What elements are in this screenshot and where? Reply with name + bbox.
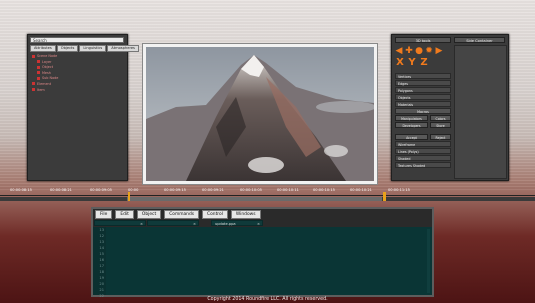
timeline-tick-label: 00:00:10:11: [277, 188, 299, 192]
scene-outliner-panel: Search Attributes Objects Linguistics At…: [27, 34, 139, 181]
tree-item-label: Element: [37, 81, 52, 86]
mode-shaded[interactable]: Shaded: [395, 155, 451, 161]
macros-section-title: Macros: [395, 108, 451, 114]
axis-x-button[interactable]: X: [395, 57, 405, 68]
mode-wireframe[interactable]: Wireframe: [395, 141, 451, 147]
tree-item[interactable]: Item: [32, 88, 58, 94]
gear-icon[interactable]: ✹: [425, 47, 433, 56]
timeline-tick-label: 00:00:10:21: [350, 188, 372, 192]
node-icon: [32, 88, 35, 92]
range-end-handle[interactable]: [383, 192, 386, 201]
tree-item-label: Scene Node: [37, 54, 58, 58]
menu-commands[interactable]: Commands: [164, 210, 200, 219]
editor-scrollbar[interactable]: [427, 229, 430, 293]
tab-attributes[interactable]: Attributes: [30, 45, 56, 52]
timeline-tick-label: 00:00:08:21: [50, 188, 72, 192]
editor-tab-3[interactable]: update.ppa ×: [211, 220, 263, 226]
axis-y-button[interactable]: Y: [407, 57, 417, 68]
tools-panel: 3D tools Side Container ◀ ✚ ● ✹ ▶ X Y Z …: [391, 34, 509, 181]
script-editor: File Edit Object Commands Control Window…: [91, 207, 434, 298]
menu-file[interactable]: File: [95, 210, 113, 219]
menu-edit[interactable]: Edit: [115, 210, 134, 219]
tree-item-label: Layer: [42, 59, 52, 64]
list-item-edges[interactable]: Edges: [395, 80, 451, 86]
timeline-tick-label: 00:00:09:21: [202, 188, 224, 192]
tab-objects[interactable]: Objects: [56, 45, 79, 52]
tree-item-label: Object: [42, 65, 54, 70]
developers-button[interactable]: Developers: [395, 122, 428, 128]
node-icon: [37, 76, 40, 80]
side-container-header: Side Container: [454, 37, 505, 43]
outliner-tabs: Attributes Objects Linguistics Atmospher…: [30, 45, 139, 52]
timeline-tick-label: 00:00:11:15: [388, 188, 410, 192]
axis-z-button[interactable]: Z: [419, 57, 429, 68]
code-area[interactable]: 13 12 13 14 15 16 17 18 19 20 21 22: [93, 227, 432, 298]
editor-menubar: File Edit Object Commands Control Window…: [93, 209, 432, 219]
colors-button[interactable]: Colors: [430, 115, 451, 121]
tab-linguistics[interactable]: Linguistics: [79, 45, 107, 52]
mode-lines[interactable]: Lines (Polys): [395, 148, 451, 154]
search-input[interactable]: Search: [30, 37, 124, 43]
editor-tab-2[interactable]: ×: [147, 220, 199, 226]
timeline-tick-label: 00:00:10:15: [313, 188, 335, 192]
transform-tools: ◀ ✚ ● ✹ ▶ X Y Z: [395, 45, 447, 70]
menu-object[interactable]: Object: [136, 210, 162, 219]
timeline-tick-label: 00:00:09:15: [164, 188, 186, 192]
mode-textures-shaded[interactable]: Textures Shaded: [395, 162, 451, 168]
menu-windows[interactable]: Windows: [230, 210, 261, 219]
arrow-right-icon[interactable]: ▶: [435, 47, 443, 56]
line-number-gutter: 13 12 13 14 15 16 17 18 19 20 21 22: [93, 227, 106, 298]
list-item-vertices[interactable]: Vertices: [395, 73, 451, 79]
plus-icon[interactable]: ✚: [405, 47, 413, 56]
timeline-range: [127, 197, 382, 201]
scene-tree: Scene Node Layer Object Mesh Sub Node Element…: [32, 54, 58, 93]
node-icon: [37, 65, 40, 69]
reject-button[interactable]: Reject: [430, 134, 451, 140]
mountain-render-image: [146, 47, 374, 181]
3d-viewport[interactable]: [142, 43, 378, 185]
accept-button[interactable]: Accept: [395, 134, 428, 140]
editor-tab-1[interactable]: ×: [94, 220, 146, 226]
mountain-render: [146, 47, 374, 181]
manipulators-button[interactable]: Manipulators: [395, 115, 428, 121]
selection-mode-list: Vertices Edges Polygons Objects Material…: [395, 73, 451, 169]
menu-control[interactable]: Control: [202, 210, 228, 219]
arrow-left-icon[interactable]: ◀: [395, 47, 403, 56]
node-icon: [37, 60, 40, 64]
node-icon: [32, 82, 35, 86]
playhead-marker[interactable]: [128, 192, 130, 201]
editor-tab-3-label: update.ppa: [215, 222, 236, 226]
list-item-objects[interactable]: Objects: [395, 94, 451, 100]
timeline-tick-label: 00:00:08:15: [10, 188, 32, 192]
timeline-ticks: 00:00:08:15 00:00:08:21 00:00:09:05 00:00 00…: [0, 188, 535, 194]
timeline-tick-label: 00:00:10:05: [240, 188, 262, 192]
timeline-divider: [0, 195, 535, 196]
editor-tabs: × × update.ppa ×: [93, 219, 432, 227]
node-icon: [32, 54, 35, 58]
tree-item-label: Sub Node: [42, 76, 59, 81]
timeline-tick-label: 00:00:09:05: [90, 188, 112, 192]
side-container: [454, 45, 507, 179]
tree-item-label: Mesh: [42, 70, 51, 75]
rotate-icon[interactable]: ●: [415, 47, 423, 56]
node-icon: [37, 71, 40, 75]
copyright-text: Copyright 2014 Roundfire LLC. All rights…: [207, 297, 328, 302]
tree-item-label: Item: [37, 87, 45, 92]
list-item-materials[interactable]: Materials: [395, 101, 451, 107]
store-button[interactable]: Store: [430, 122, 451, 128]
list-item-polygons[interactable]: Polygons: [395, 87, 451, 93]
tab-atmospheres[interactable]: Atmospheres: [107, 45, 139, 52]
tools-header: 3D tools: [395, 37, 451, 43]
timeline[interactable]: 00:00:08:15 00:00:08:21 00:00:09:05 00:00 00…: [0, 185, 535, 205]
